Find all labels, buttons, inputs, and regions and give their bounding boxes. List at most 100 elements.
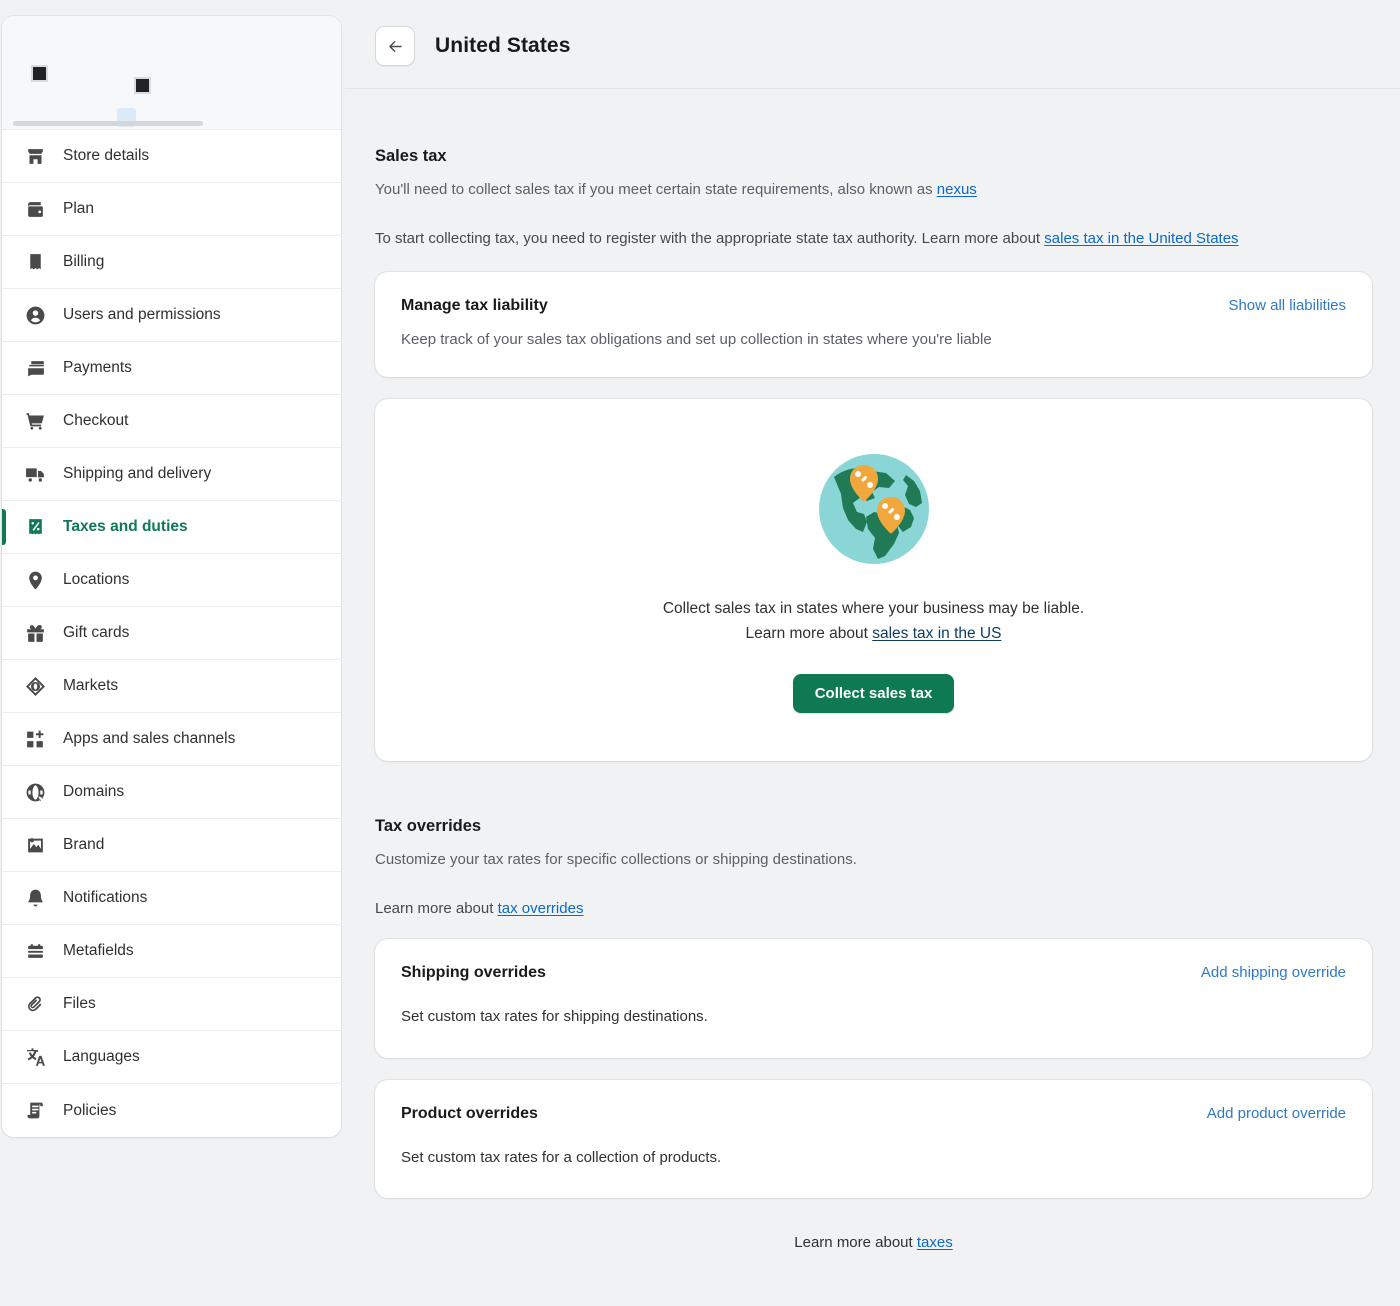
sidebar-item-label: Plan [63, 200, 94, 218]
shipping-overrides-header: Shipping overrides Add shipping override [375, 939, 1372, 982]
wallet-icon [24, 198, 46, 220]
sidebar-item-label: Brand [63, 836, 104, 854]
sidebar-item-files[interactable]: Files [2, 978, 341, 1031]
sidebar-item-label: Taxes and duties [63, 518, 188, 536]
sales-tax-us-doc-link[interactable]: sales tax in the United States [1044, 230, 1238, 247]
sidebar-item-label: Checkout [63, 412, 128, 430]
sidebar-item-shipping-and-delivery[interactable]: Shipping and delivery [2, 448, 341, 501]
sidebar-item-store-details[interactable]: Store details [2, 130, 341, 183]
sidebar-item-label: Locations [63, 571, 129, 589]
sidebar-item-label: Notifications [63, 889, 147, 907]
sidebar-item-locations[interactable]: Locations [2, 554, 341, 607]
product-overrides-description: Set custom tax rates for a collection of… [375, 1123, 1372, 1199]
add-product-override-link[interactable]: Add product override [1207, 1105, 1346, 1122]
sidebar-item-apps-and-sales-channels[interactable]: Apps and sales channels [2, 713, 341, 766]
store-icon [24, 145, 46, 167]
settings-sidebar: Store details Plan Billing Users and per… [0, 0, 345, 1306]
empty-state-line-2-prefix: Learn more about [746, 625, 873, 642]
sales-tax-intro-text: You'll need to collect sales tax if you … [375, 181, 937, 198]
taxes-doc-link[interactable]: taxes [917, 1234, 953, 1251]
metafields-icon [24, 940, 46, 962]
sidebar-item-label: Languages [63, 1048, 140, 1066]
sidebar-item-plan[interactable]: Plan [2, 183, 341, 236]
page-header: United States [345, 0, 1400, 89]
sidebar-item-users-and-permissions[interactable]: Users and permissions [2, 289, 341, 342]
sidebar-item-checkout[interactable]: Checkout [2, 395, 341, 448]
back-button[interactable] [375, 26, 415, 66]
sidebar-item-metafields[interactable]: Metafields [2, 925, 341, 978]
sidebar-item-notifications[interactable]: Notifications [2, 872, 341, 925]
credit-card-icon [24, 357, 46, 379]
globe-with-tax-pins-illustration [810, 445, 938, 573]
tax-overrides-link[interactable]: tax overrides [498, 900, 584, 917]
broken-image-icon-1 [31, 65, 48, 82]
manage-tax-liability-title: Manage tax liability [401, 297, 548, 315]
add-shipping-override-link[interactable]: Add shipping override [1201, 964, 1346, 981]
collect-sales-tax-button[interactable]: Collect sales tax [793, 674, 955, 713]
footer-learn-more: Learn more about taxes [375, 1198, 1372, 1275]
page-title: United States [435, 34, 571, 58]
manage-tax-liability-card: Manage tax liability Show all liabilitie… [375, 272, 1372, 377]
sidebar-item-label: Domains [63, 783, 124, 801]
empty-state-line-1: Collect sales tax in states where your b… [663, 600, 1084, 617]
apps-plus-icon [24, 728, 46, 750]
tax-overrides-learn-prefix: Learn more about [375, 900, 498, 917]
sidebar-item-label: Billing [63, 253, 104, 271]
settings-content: Sales tax You'll need to collect sales t… [345, 89, 1400, 1275]
sidebar-item-payments[interactable]: Payments [2, 342, 341, 395]
sidebar-item-label: Store details [63, 147, 149, 165]
sidebar-card: Store details Plan Billing Users and per… [2, 16, 341, 1137]
sidebar-item-label: Gift cards [63, 624, 129, 642]
sidebar-item-markets[interactable]: Markets [2, 660, 341, 713]
main-content: United States Sales tax You'll need to c… [345, 0, 1400, 1306]
tax-overrides-learn-more: Learn more about tax overrides [375, 900, 1372, 917]
sidebar-item-label: Policies [63, 1102, 116, 1120]
sidebar-item-label: Shipping and delivery [63, 465, 211, 483]
sidebar-item-billing[interactable]: Billing [2, 236, 341, 289]
sidebar-item-label: Metafields [63, 942, 134, 960]
sidebar-item-label: Files [63, 995, 96, 1013]
manage-tax-liability-description: Keep track of your sales tax obligations… [375, 315, 1372, 377]
footer-prefix: Learn more about [794, 1234, 917, 1251]
sales-tax-us-link[interactable]: sales tax in the US [872, 625, 1001, 642]
sidebar-item-label: Markets [63, 677, 118, 695]
collect-sales-tax-empty-state-card: Collect sales tax in states where your b… [375, 399, 1372, 762]
paperclip-icon [24, 993, 46, 1015]
sales-tax-register-text: To start collecting tax, you need to reg… [375, 230, 1044, 247]
show-all-liabilities-link[interactable]: Show all liabilities [1228, 297, 1346, 314]
sidebar-item-gift-cards[interactable]: Gift cards [2, 607, 341, 660]
sales-tax-intro: You'll need to collect sales tax if you … [375, 179, 1372, 202]
sales-tax-heading: Sales tax [375, 147, 1372, 166]
tax-overrides-description: Customize your tax rates for specific co… [375, 849, 1372, 872]
loading-bar [13, 121, 203, 126]
sidebar-item-brand[interactable]: Brand [2, 819, 341, 872]
globe-compass-icon [24, 675, 46, 697]
sidebar-item-domains[interactable]: Domains [2, 766, 341, 819]
scroll-icon [24, 1100, 46, 1122]
arrow-left-icon [386, 37, 405, 56]
tax-percent-icon [24, 516, 46, 538]
truck-icon [24, 463, 46, 485]
product-overrides-title: Product overrides [401, 1105, 538, 1123]
bell-icon [24, 887, 46, 909]
sidebar-item-taxes-and-duties[interactable]: Taxes and duties [2, 501, 341, 554]
shipping-overrides-title: Shipping overrides [401, 964, 546, 982]
shopping-cart-icon [24, 410, 46, 432]
sidebar-item-languages[interactable]: Languages [2, 1031, 341, 1084]
sidebar-item-label: Payments [63, 359, 132, 377]
broken-image-icon-2 [134, 77, 151, 94]
shipping-overrides-card: Shipping overrides Add shipping override… [375, 939, 1372, 1058]
sidebar-item-label: Apps and sales channels [63, 730, 235, 748]
empty-state-text: Collect sales tax in states where your b… [395, 597, 1352, 647]
empty-state: Collect sales tax in states where your b… [375, 399, 1372, 762]
nexus-link[interactable]: nexus [937, 181, 977, 198]
image-icon [24, 834, 46, 856]
sidebar-item-label: Users and permissions [63, 306, 221, 324]
store-header-placeholder [2, 16, 341, 130]
product-overrides-card: Product overrides Add product override S… [375, 1080, 1372, 1199]
gift-icon [24, 622, 46, 644]
app-root: Store details Plan Billing Users and per… [0, 0, 1400, 1306]
sidebar-item-policies[interactable]: Policies [2, 1084, 341, 1137]
user-circle-icon [24, 304, 46, 326]
translate-icon [24, 1046, 46, 1068]
